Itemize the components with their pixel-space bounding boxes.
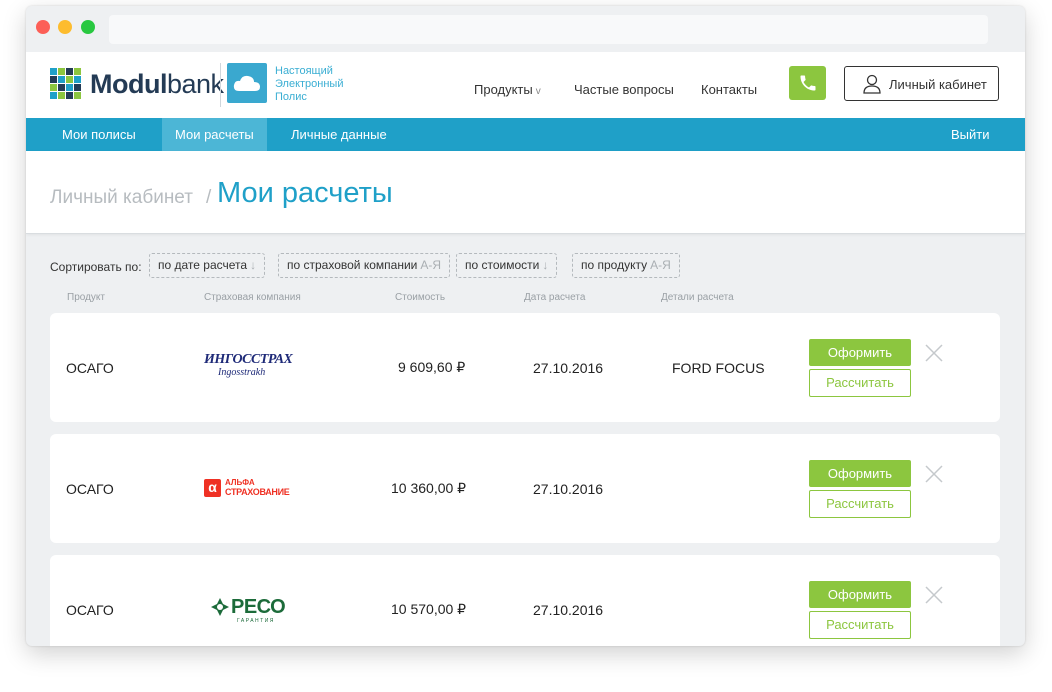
issue-button[interactable]: Оформить bbox=[809, 460, 911, 487]
column-header-date: Дата расчета bbox=[524, 292, 586, 303]
logo-divider bbox=[220, 63, 221, 107]
cloud-icon bbox=[227, 63, 267, 103]
reso-logo: РЕСО ГАРАНТИЯ bbox=[204, 595, 304, 625]
logout-link[interactable]: Выйти bbox=[939, 118, 1002, 151]
cabinet-button-label: Личный кабинет bbox=[889, 77, 987, 92]
personal-cabinet-button[interactable]: Личный кабинет bbox=[844, 66, 999, 101]
breadcrumb-separator: / bbox=[206, 187, 212, 208]
reso-emblem-icon bbox=[211, 598, 229, 616]
row-date: 27.10.2016 bbox=[533, 602, 604, 618]
sort-label: Сортировать по: bbox=[50, 260, 142, 274]
browser-window: Modulbank Настоящий Электронный Полис Пр… bbox=[26, 6, 1025, 646]
row-product: ОСАГО bbox=[66, 481, 114, 497]
sort-by-company[interactable]: по страховой компании А-Я bbox=[278, 253, 451, 278]
row-date: 27.10.2016 bbox=[533, 481, 604, 497]
maximize-window-dot[interactable] bbox=[81, 20, 95, 34]
browser-titlebar bbox=[26, 6, 1025, 52]
recalculate-button[interactable]: Рассчитать bbox=[809, 611, 911, 639]
row-product: ОСАГО bbox=[66, 602, 114, 618]
recalculate-button[interactable]: Рассчитать bbox=[809, 369, 911, 397]
logo-text-line-2: ГАРАНТИЯ bbox=[237, 618, 275, 624]
issue-button[interactable]: Оформить bbox=[809, 339, 911, 366]
nav-products[interactable]: Продукты v bbox=[474, 82, 541, 97]
row-product: ОСАГО bbox=[66, 360, 114, 376]
logo-text-line-1: РЕСО bbox=[231, 596, 286, 618]
sort-by-product[interactable]: по продукту А-Я bbox=[572, 253, 680, 278]
logo-text-line-2: СТРАХОВАНИЕ bbox=[225, 487, 290, 497]
row-details: FORD FOCUS bbox=[672, 360, 765, 376]
alfa-insurance-logo: α АЛЬФА СТРАХОВАНИЕ bbox=[204, 478, 304, 500]
sort-by-date[interactable]: по дате расчета ↓ bbox=[149, 253, 266, 278]
brand-tagline: Настоящий Электронный Полис bbox=[275, 65, 365, 104]
nav-contacts[interactable]: Контакты bbox=[701, 82, 757, 97]
tab-my-policies[interactable]: Мои полисы bbox=[50, 118, 148, 151]
arrow-down-icon: ↓ bbox=[250, 258, 257, 272]
address-bar[interactable] bbox=[109, 15, 988, 44]
column-header-price: Стоимость bbox=[395, 292, 446, 303]
page-title: Мои расчеты bbox=[217, 177, 393, 209]
column-header-product: Продукт bbox=[67, 292, 105, 303]
page-header: Личный кабинет / Мои расчеты bbox=[26, 151, 1025, 234]
recalculate-button[interactable]: Рассчитать bbox=[809, 490, 911, 518]
calculation-row: ОСАГО ИНГОССТРАХ Ingosstrakh 9 609,60 ₽ … bbox=[50, 313, 1000, 422]
breadcrumb-parent[interactable]: Личный кабинет bbox=[50, 187, 193, 209]
phone-icon bbox=[800, 75, 816, 91]
user-icon bbox=[863, 74, 881, 94]
logo-text-line-2: Ingosstrakh bbox=[218, 367, 266, 378]
logo-text-line-1: АЛЬФА bbox=[225, 478, 255, 487]
tab-my-calculations[interactable]: Мои расчеты bbox=[162, 118, 267, 151]
calculation-row: ОСАГО α АЛЬФА СТРАХОВАНИЕ 10 360,00 ₽ 27… bbox=[50, 434, 1000, 543]
sort-option-label: по страховой компании bbox=[287, 258, 418, 272]
sort-option-label: по стоимости bbox=[465, 258, 540, 272]
sort-hint: А-Я bbox=[420, 258, 442, 272]
row-date: 27.10.2016 bbox=[533, 360, 604, 376]
logo-bold-part: Modul bbox=[90, 69, 167, 99]
tagline-line-3: Полис bbox=[275, 91, 307, 103]
logo-rest-part: bank bbox=[166, 69, 224, 99]
row-price: 10 570,00 ₽ bbox=[391, 601, 467, 617]
nav-faq[interactable]: Частые вопросы bbox=[574, 82, 674, 97]
sort-option-label: по дате расчета bbox=[158, 258, 248, 272]
site-header: Modulbank Настоящий Электронный Полис Пр… bbox=[26, 52, 1025, 118]
column-header-details: Детали расчета bbox=[661, 292, 734, 303]
tagline-line-2: Электронный bbox=[275, 78, 344, 90]
alfa-glyph-icon: α bbox=[204, 479, 221, 497]
minimize-window-dot[interactable] bbox=[58, 20, 72, 34]
phone-button[interactable] bbox=[789, 66, 826, 100]
sort-hint: А-Я bbox=[650, 258, 671, 272]
close-icon[interactable] bbox=[924, 343, 944, 363]
ingosstrakh-logo: ИНГОССТРАХ Ingosstrakh bbox=[204, 352, 293, 379]
chevron-down-icon: v bbox=[535, 86, 541, 97]
modulbank-logo-text[interactable]: Modulbank bbox=[90, 69, 224, 100]
row-price: 9 609,60 ₽ bbox=[398, 359, 466, 375]
nav-products-label: Продукты bbox=[474, 82, 533, 97]
close-icon[interactable] bbox=[924, 585, 944, 605]
row-price: 10 360,00 ₽ bbox=[391, 480, 467, 496]
sort-option-label: по продукту bbox=[581, 258, 648, 272]
close-icon[interactable] bbox=[924, 464, 944, 484]
logo-text-line-1: ИНГОССТРАХ bbox=[204, 352, 293, 367]
tagline-line-1: Настоящий bbox=[275, 65, 333, 77]
account-tabbar: Мои полисы Мои расчеты Личные данные Вый… bbox=[26, 118, 1025, 151]
arrow-down-icon: ↓ bbox=[542, 258, 549, 272]
calculation-row: ОСАГО РЕСО ГАРАНТИЯ 10 570,00 ₽ 27.10.20… bbox=[50, 555, 1000, 646]
issue-button[interactable]: Оформить bbox=[809, 581, 911, 608]
close-window-dot[interactable] bbox=[36, 20, 50, 34]
tab-personal-data[interactable]: Личные данные bbox=[279, 118, 399, 151]
sort-by-price[interactable]: по стоимости ↓ bbox=[456, 253, 558, 278]
modulbank-logo-mark bbox=[50, 68, 81, 99]
column-header-company: Страховая компания bbox=[204, 292, 301, 303]
